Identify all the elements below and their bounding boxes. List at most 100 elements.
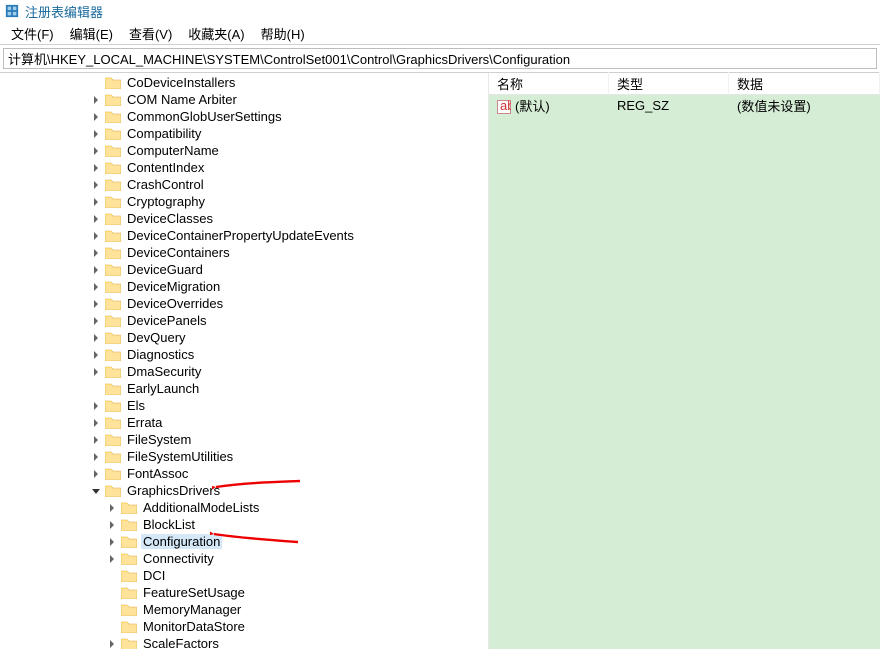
tree-item[interactable]: DeviceContainers: [86, 244, 488, 261]
chevron-right-icon[interactable]: [90, 315, 102, 327]
chevron-right-icon[interactable]: [90, 94, 102, 106]
tree-item-label[interactable]: ContentIndex: [125, 160, 206, 175]
tree-item-label[interactable]: FileSystem: [125, 432, 193, 447]
tree-item-label[interactable]: Cryptography: [125, 194, 207, 209]
tree-item-label[interactable]: DCI: [141, 568, 167, 583]
chevron-right-icon[interactable]: [90, 145, 102, 157]
chevron-right-icon[interactable]: [90, 264, 102, 276]
tree-item[interactable]: Diagnostics: [86, 346, 488, 363]
tree-item[interactable]: BlockList: [102, 516, 488, 533]
tree-item[interactable]: FontAssoc: [86, 465, 488, 482]
tree-item[interactable]: CrashControl: [86, 176, 488, 193]
tree-item-label[interactable]: BlockList: [141, 517, 197, 532]
tree-item-label[interactable]: Connectivity: [141, 551, 216, 566]
chevron-right-icon[interactable]: [106, 553, 118, 565]
tree-item-label[interactable]: ComputerName: [125, 143, 221, 158]
tree-item[interactable]: DevQuery: [86, 329, 488, 346]
menu-help[interactable]: 帮助(H): [255, 22, 311, 45]
tree-item-label[interactable]: DevicePanels: [125, 313, 209, 328]
menu-favorites[interactable]: 收藏夹(A): [182, 22, 250, 45]
tree-item-label[interactable]: FontAssoc: [125, 466, 190, 481]
tree-item[interactable]: CoDeviceInstallers: [86, 74, 488, 91]
tree-item[interactable]: MonitorDataStore: [102, 618, 488, 635]
chevron-right-icon[interactable]: [106, 638, 118, 649]
tree-item-label[interactable]: DeviceOverrides: [125, 296, 225, 311]
tree-item[interactable]: DmaSecurity: [86, 363, 488, 380]
chevron-right-icon[interactable]: [90, 434, 102, 446]
chevron-right-icon[interactable]: [90, 417, 102, 429]
chevron-right-icon[interactable]: [90, 281, 102, 293]
chevron-right-icon[interactable]: [90, 196, 102, 208]
col-header-data[interactable]: 数据: [729, 72, 880, 95]
chevron-right-icon[interactable]: [90, 128, 102, 140]
tree-item[interactable]: AdditionalModeLists: [102, 499, 488, 516]
path-input[interactable]: [3, 48, 877, 69]
tree-item-label[interactable]: COM Name Arbiter: [125, 92, 239, 107]
chevron-right-icon[interactable]: [90, 366, 102, 378]
chevron-right-icon[interactable]: [106, 502, 118, 514]
tree-item[interactable]: FileSystem: [86, 431, 488, 448]
chevron-down-icon[interactable]: [90, 485, 102, 497]
tree-item[interactable]: DeviceContainerPropertyUpdateEvents: [86, 227, 488, 244]
tree-item[interactable]: ComputerName: [86, 142, 488, 159]
tree-item[interactable]: DeviceMigration: [86, 278, 488, 295]
menu-view[interactable]: 查看(V): [123, 22, 178, 45]
tree-item-label[interactable]: Diagnostics: [125, 347, 196, 362]
tree-item[interactable]: DevicePanels: [86, 312, 488, 329]
tree-item[interactable]: FeatureSetUsage: [102, 584, 488, 601]
tree-item-label[interactable]: MemoryManager: [141, 602, 243, 617]
tree-item-label[interactable]: DeviceContainers: [125, 245, 232, 260]
tree-item-label[interactable]: AdditionalModeLists: [141, 500, 261, 515]
chevron-right-icon[interactable]: [90, 230, 102, 242]
tree-item[interactable]: DeviceClasses: [86, 210, 488, 227]
chevron-right-icon[interactable]: [90, 179, 102, 191]
tree-item[interactable]: DeviceOverrides: [86, 295, 488, 312]
tree-item[interactable]: ContentIndex: [86, 159, 488, 176]
tree-item[interactable]: EarlyLaunch: [86, 380, 488, 397]
chevron-right-icon[interactable]: [90, 298, 102, 310]
tree-item-label[interactable]: Els: [125, 398, 147, 413]
col-header-name[interactable]: 名称: [489, 72, 609, 95]
chevron-right-icon[interactable]: [90, 451, 102, 463]
chevron-right-icon[interactable]: [106, 536, 118, 548]
chevron-right-icon[interactable]: [90, 247, 102, 259]
tree-item-label[interactable]: DeviceClasses: [125, 211, 215, 226]
tree-item[interactable]: DeviceGuard: [86, 261, 488, 278]
tree-item[interactable]: GraphicsDrivers: [86, 482, 488, 499]
tree-item-label[interactable]: CrashControl: [125, 177, 206, 192]
chevron-right-icon[interactable]: [90, 213, 102, 225]
tree-item[interactable]: COM Name Arbiter: [86, 91, 488, 108]
tree-item-label[interactable]: MonitorDataStore: [141, 619, 247, 634]
col-header-type[interactable]: 类型: [609, 72, 729, 95]
tree-item-label[interactable]: ScaleFactors: [141, 636, 221, 649]
chevron-right-icon[interactable]: [90, 349, 102, 361]
tree-item-label[interactable]: DeviceContainerPropertyUpdateEvents: [125, 228, 356, 243]
chevron-right-icon[interactable]: [90, 332, 102, 344]
tree-item-label[interactable]: CoDeviceInstallers: [125, 75, 237, 90]
tree-item-label[interactable]: DeviceMigration: [125, 279, 222, 294]
tree-item-label[interactable]: FileSystemUtilities: [125, 449, 235, 464]
menu-file[interactable]: 文件(F): [5, 22, 60, 45]
tree-item[interactable]: Compatibility: [86, 125, 488, 142]
tree-item[interactable]: Configuration: [102, 533, 488, 550]
tree-pane[interactable]: CoDeviceInstallers COM Name Arbiter Common…: [0, 73, 488, 649]
tree-item[interactable]: Errata: [86, 414, 488, 431]
tree-item-label[interactable]: DeviceGuard: [125, 262, 205, 277]
tree-item-label[interactable]: EarlyLaunch: [125, 381, 201, 396]
tree-item-label[interactable]: GraphicsDrivers: [125, 483, 222, 498]
tree-item[interactable]: DCI: [102, 567, 488, 584]
chevron-right-icon[interactable]: [90, 111, 102, 123]
chevron-right-icon[interactable]: [106, 519, 118, 531]
chevron-right-icon[interactable]: [90, 400, 102, 412]
chevron-right-icon[interactable]: [90, 162, 102, 174]
tree-item-label[interactable]: FeatureSetUsage: [141, 585, 247, 600]
tree-item-label[interactable]: DevQuery: [125, 330, 188, 345]
tree-item-label[interactable]: DmaSecurity: [125, 364, 203, 379]
tree-item[interactable]: FileSystemUtilities: [86, 448, 488, 465]
menu-edit[interactable]: 编辑(E): [64, 22, 119, 45]
tree-item[interactable]: Cryptography: [86, 193, 488, 210]
chevron-right-icon[interactable]: [90, 468, 102, 480]
tree-item-label[interactable]: CommonGlobUserSettings: [125, 109, 284, 124]
tree-item[interactable]: CommonGlobUserSettings: [86, 108, 488, 125]
tree-item[interactable]: MemoryManager: [102, 601, 488, 618]
